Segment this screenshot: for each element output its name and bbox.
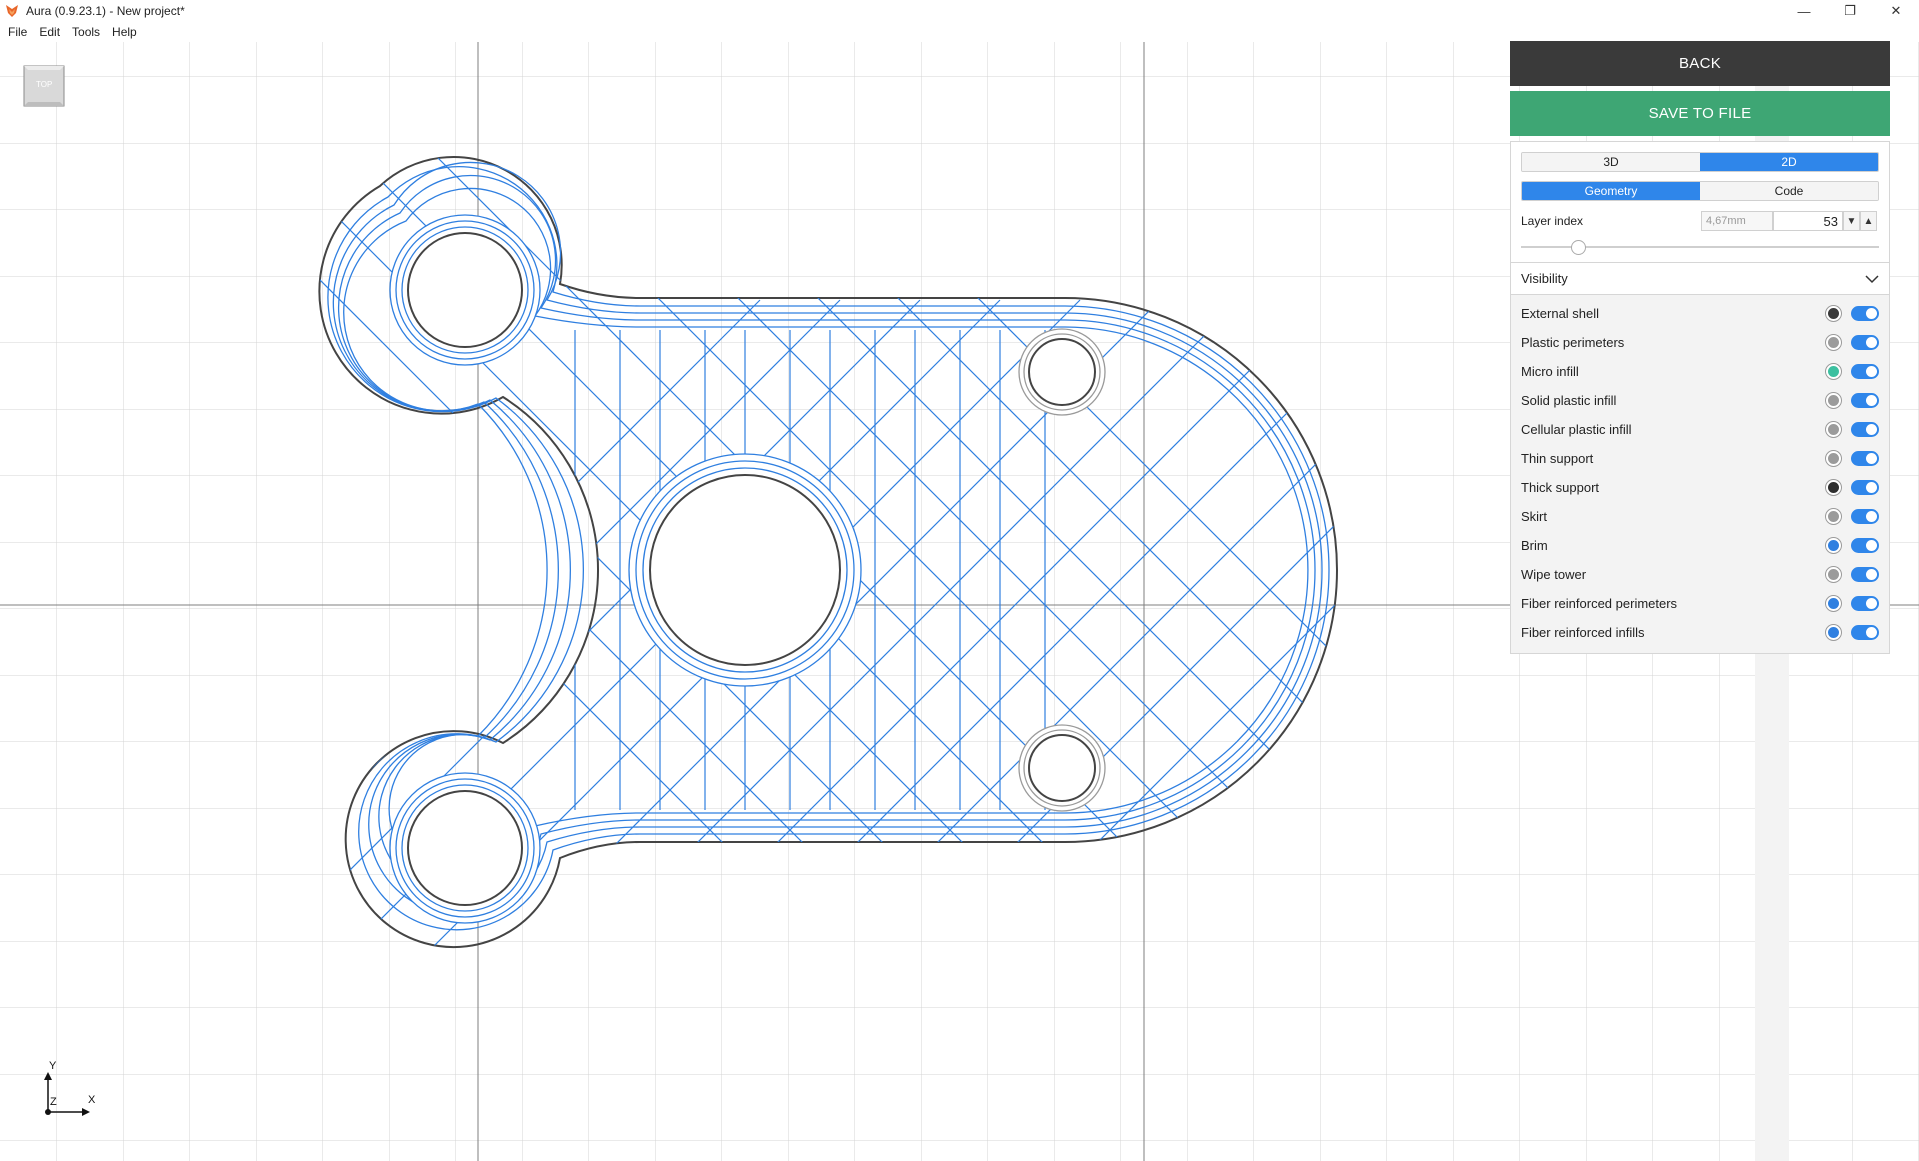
color-swatch[interactable] xyxy=(1826,480,1841,495)
title-bar: Aura (0.9.23.1) - New project* — ❐ ✕ xyxy=(0,0,1919,22)
menu-file[interactable]: File xyxy=(8,25,27,39)
visibility-toggle[interactable] xyxy=(1851,393,1879,408)
layer-height-display: 4,67mm xyxy=(1701,211,1773,231)
visibility-item-label: Skirt xyxy=(1521,509,1547,524)
color-swatch[interactable] xyxy=(1826,335,1841,350)
visibility-title: Visibility xyxy=(1521,271,1568,286)
mode-3d-button[interactable]: 3D xyxy=(1522,153,1700,171)
visibility-toggle[interactable] xyxy=(1851,480,1879,495)
visibility-toggle[interactable] xyxy=(1851,509,1879,524)
hole-center xyxy=(628,453,862,687)
visibility-item-label: Fiber reinforced perimeters xyxy=(1521,596,1678,611)
menu-help[interactable]: Help xyxy=(112,25,137,39)
visibility-item-label: Thick support xyxy=(1521,480,1600,495)
visibility-item: Cellular plastic infill xyxy=(1511,415,1889,444)
color-swatch[interactable] xyxy=(1826,625,1841,640)
visibility-item: Fiber reinforced infills xyxy=(1511,618,1889,647)
window-controls: — ❐ ✕ xyxy=(1781,0,1919,22)
hole-small-bottom-right xyxy=(1018,724,1106,812)
sub-mode-toggle: Geometry Code xyxy=(1521,181,1879,201)
hole-top-left xyxy=(389,214,541,366)
color-swatch[interactable] xyxy=(1826,364,1841,379)
layer-slider-thumb[interactable] xyxy=(1571,240,1586,255)
view-cube-label: TOP xyxy=(36,80,53,89)
layer-index-row: Layer index 4,67mm ▼ ▲ xyxy=(1521,210,1879,232)
visibility-item-label: Brim xyxy=(1521,538,1548,553)
restore-button[interactable]: ❐ xyxy=(1827,0,1873,22)
chevron-down-icon[interactable] xyxy=(1865,274,1879,284)
visibility-item-label: Cellular plastic infill xyxy=(1521,422,1632,437)
visibility-item: Solid plastic infill xyxy=(1511,386,1889,415)
code-button[interactable]: Code xyxy=(1700,182,1878,200)
axis-z-label: Z xyxy=(50,1096,57,1108)
visibility-item-label: Plastic perimeters xyxy=(1521,335,1625,350)
close-button[interactable]: ✕ xyxy=(1873,0,1919,22)
visibility-header[interactable]: Visibility xyxy=(1510,263,1890,295)
visibility-item-label: Micro infill xyxy=(1521,364,1579,379)
window-title: Aura (0.9.23.1) - New project* xyxy=(26,4,185,18)
preview-settings: 3D 2D Geometry Code Layer index 4,67mm ▼… xyxy=(1510,141,1890,263)
axis-y-label: Y xyxy=(49,1060,57,1072)
visibility-toggle[interactable] xyxy=(1851,335,1879,350)
visibility-toggle[interactable] xyxy=(1851,567,1879,582)
color-swatch[interactable] xyxy=(1826,393,1841,408)
hole-small-top-right xyxy=(1018,328,1106,416)
visibility-toggle[interactable] xyxy=(1851,422,1879,437)
menu-bar: File Edit Tools Help xyxy=(0,22,1919,42)
visibility-item-label: Solid plastic infill xyxy=(1521,393,1617,408)
visibility-item-label: Wipe tower xyxy=(1521,567,1587,582)
visibility-toggle[interactable] xyxy=(1851,306,1879,321)
mode-2d-button[interactable]: 2D xyxy=(1700,153,1878,171)
layer-down-icon[interactable]: ▼ xyxy=(1843,211,1860,231)
layer-index-label: Layer index xyxy=(1521,214,1584,228)
visibility-item: External shell xyxy=(1511,299,1889,328)
visibility-toggle[interactable] xyxy=(1851,364,1879,379)
color-swatch[interactable] xyxy=(1826,306,1841,321)
visibility-item: Thin support xyxy=(1511,444,1889,473)
color-swatch[interactable] xyxy=(1826,596,1841,611)
visibility-item: Skirt xyxy=(1511,502,1889,531)
color-swatch[interactable] xyxy=(1826,422,1841,437)
view-mode-toggle: 3D 2D xyxy=(1521,152,1879,172)
visibility-item-label: Fiber reinforced infills xyxy=(1521,625,1645,640)
visibility-item: Thick support xyxy=(1511,473,1889,502)
visibility-item: Micro infill xyxy=(1511,357,1889,386)
menu-tools[interactable]: Tools xyxy=(72,25,100,39)
color-swatch[interactable] xyxy=(1826,509,1841,524)
visibility-item: Fiber reinforced perimeters xyxy=(1511,589,1889,618)
back-button[interactable]: BACK xyxy=(1510,41,1890,86)
visibility-item: Wipe tower xyxy=(1511,560,1889,589)
hole-bottom-left xyxy=(389,772,541,924)
layer-slider[interactable] xyxy=(1521,238,1879,256)
visibility-item-label: External shell xyxy=(1521,306,1600,321)
layer-index-input[interactable] xyxy=(1773,211,1843,231)
menu-edit[interactable]: Edit xyxy=(39,25,60,39)
minimize-button[interactable]: — xyxy=(1781,0,1827,22)
visibility-item: Brim xyxy=(1511,531,1889,560)
visibility-item: Plastic perimeters xyxy=(1511,328,1889,357)
color-swatch[interactable] xyxy=(1826,567,1841,582)
preview-panel: BACK SAVE TO FILE 3D 2D Geometry Code La… xyxy=(1510,41,1890,654)
visibility-toggle[interactable] xyxy=(1851,625,1879,640)
save-to-file-button[interactable]: SAVE TO FILE xyxy=(1510,91,1890,136)
color-swatch[interactable] xyxy=(1826,538,1841,553)
color-swatch[interactable] xyxy=(1826,451,1841,466)
aura-app-icon xyxy=(6,5,18,17)
visibility-item-label: Thin support xyxy=(1521,451,1594,466)
visibility-toggle[interactable] xyxy=(1851,538,1879,553)
visibility-toggle[interactable] xyxy=(1851,596,1879,611)
geometry-button[interactable]: Geometry xyxy=(1522,182,1700,200)
visibility-list: External shell Plastic perimeters Micro in… xyxy=(1510,295,1890,654)
layer-up-icon[interactable]: ▲ xyxy=(1860,211,1877,231)
visibility-toggle[interactable] xyxy=(1851,451,1879,466)
axis-x-label: X xyxy=(88,1094,96,1106)
axis-gizmo: Y X Z xyxy=(40,1060,100,1120)
